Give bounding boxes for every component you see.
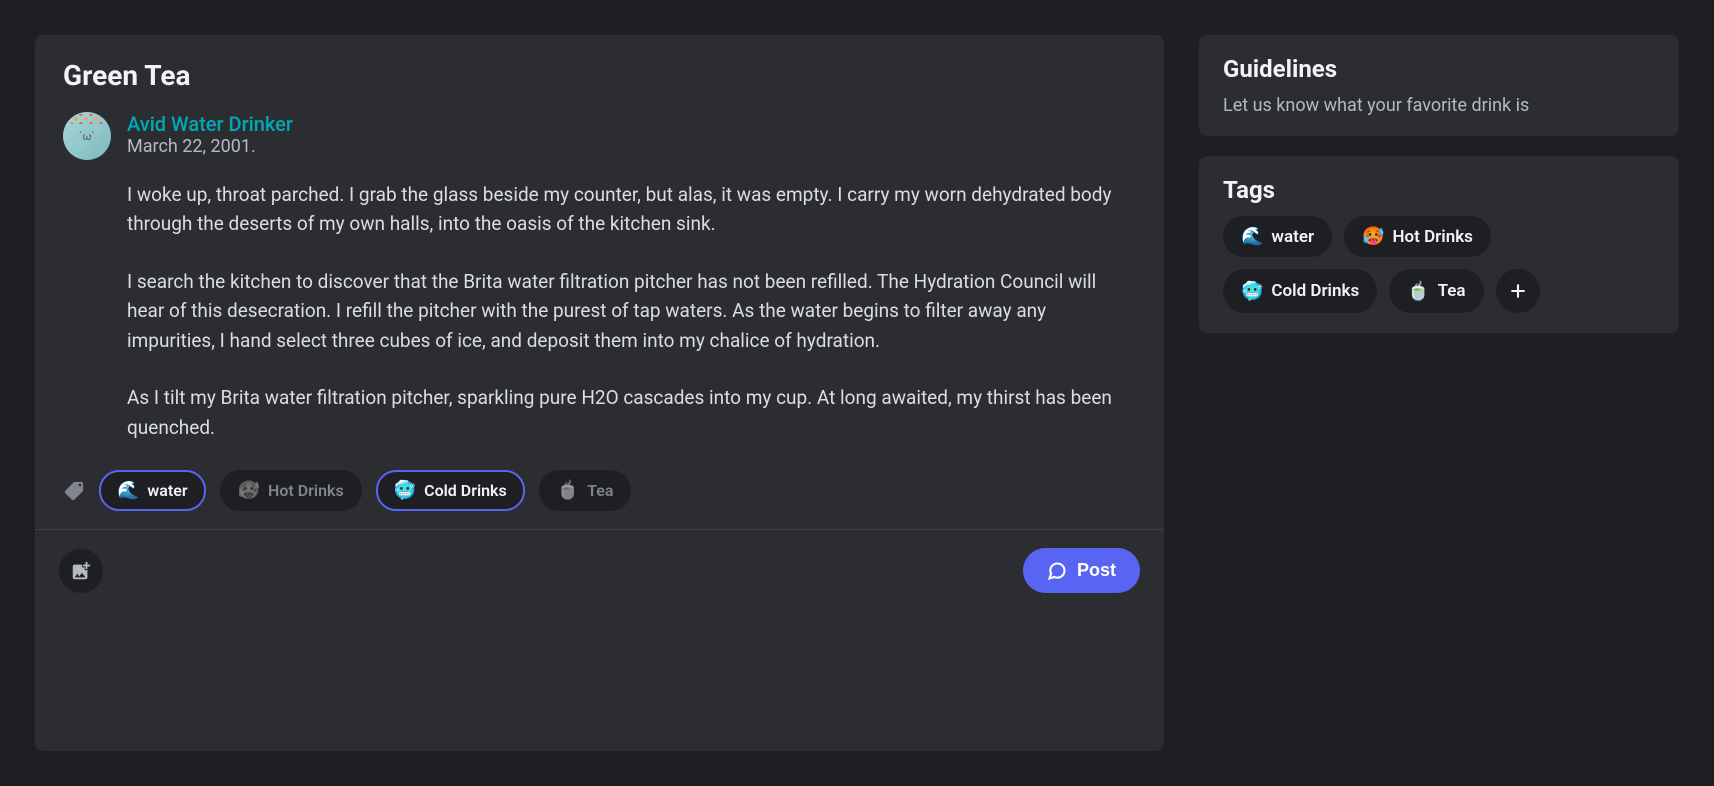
wave-icon: 🌊 bbox=[1241, 226, 1263, 247]
post-paragraph: As I tilt my Brita water filtration pitc… bbox=[127, 383, 1136, 442]
post-panel: Green Tea Avid Water Drinker March 22, 2… bbox=[35, 35, 1164, 751]
tags-list: 🌊 water 🥵 Hot Drinks 🥶 Cold Drinks 🍵 Tea bbox=[1223, 216, 1655, 313]
tag-label: Hot Drinks bbox=[268, 481, 344, 500]
cold-face-icon: 🥶 bbox=[1241, 281, 1263, 302]
post-paragraph: I woke up, throat parched. I grab the gl… bbox=[127, 180, 1136, 239]
add-tag-button[interactable] bbox=[1496, 269, 1540, 313]
author-name[interactable]: Avid Water Drinker bbox=[127, 112, 293, 136]
author-info: Avid Water Drinker March 22, 2001. bbox=[127, 112, 293, 157]
guidelines-text: Let us know what your favorite drink is bbox=[1223, 95, 1655, 116]
post-date: March 22, 2001. bbox=[127, 136, 293, 157]
plus-icon bbox=[1508, 281, 1528, 301]
sidebar: Guidelines Let us know what your favorit… bbox=[1199, 35, 1679, 751]
tag-label: Cold Drinks bbox=[1271, 281, 1359, 301]
tags-card: Tags 🌊 water 🥵 Hot Drinks 🥶 Cold Drinks … bbox=[1199, 156, 1679, 333]
tag-label: water bbox=[1271, 227, 1314, 247]
guidelines-card: Guidelines Let us know what your favorit… bbox=[1199, 35, 1679, 136]
post-tag-cold-drinks[interactable]: 🥶 Cold Drinks bbox=[376, 470, 525, 511]
avatar[interactable] bbox=[63, 112, 111, 160]
chat-icon bbox=[1047, 561, 1067, 581]
sidebar-tag-cold-drinks[interactable]: 🥶 Cold Drinks bbox=[1223, 269, 1377, 313]
attach-image-button[interactable] bbox=[59, 549, 103, 593]
cold-face-icon: 🥶 bbox=[394, 480, 416, 501]
post-tag-tea[interactable]: 🍵 Tea bbox=[539, 470, 632, 511]
sidebar-tag-tea[interactable]: 🍵 Tea bbox=[1389, 269, 1483, 313]
post-tag-row: 🌊 water 🥵 Hot Drinks 🥶 Cold Drinks 🍵 Tea bbox=[63, 470, 1136, 511]
wave-icon: 🌊 bbox=[117, 480, 139, 501]
tag-label: Tea bbox=[1438, 281, 1466, 301]
tag-label: Hot Drinks bbox=[1393, 227, 1473, 247]
tea-icon: 🍵 bbox=[557, 480, 579, 501]
sidebar-tag-hot-drinks[interactable]: 🥵 Hot Drinks bbox=[1344, 216, 1491, 257]
post-tag-water[interactable]: 🌊 water bbox=[99, 470, 206, 511]
post-body: I woke up, throat parched. I grab the gl… bbox=[127, 180, 1136, 442]
post-paragraph: I search the kitchen to discover that th… bbox=[127, 267, 1136, 355]
author-row: Avid Water Drinker March 22, 2001. bbox=[63, 112, 1136, 160]
hot-face-icon: 🥵 bbox=[1362, 226, 1384, 247]
sidebar-tag-water[interactable]: 🌊 water bbox=[1223, 216, 1332, 257]
post-content-area: Green Tea Avid Water Drinker March 22, 2… bbox=[35, 35, 1164, 529]
post-button-label: Post bbox=[1077, 560, 1116, 581]
tag-label: Cold Drinks bbox=[424, 481, 507, 500]
tag-icon bbox=[63, 480, 85, 502]
footer-row: Post bbox=[35, 530, 1164, 611]
post-tag-hot-drinks[interactable]: 🥵 Hot Drinks bbox=[220, 470, 362, 511]
tags-title: Tags bbox=[1223, 176, 1655, 204]
image-plus-icon bbox=[70, 560, 92, 582]
hot-face-icon: 🥵 bbox=[238, 480, 260, 501]
post-button[interactable]: Post bbox=[1023, 548, 1140, 593]
tag-label: water bbox=[147, 481, 187, 500]
post-title: Green Tea bbox=[63, 59, 1136, 92]
tag-label: Tea bbox=[587, 481, 613, 500]
tea-icon: 🍵 bbox=[1407, 281, 1429, 302]
guidelines-title: Guidelines bbox=[1223, 55, 1655, 83]
